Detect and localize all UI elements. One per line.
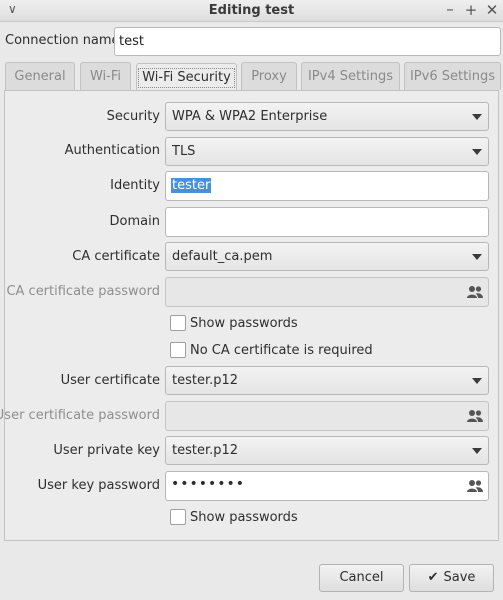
- users-icon[interactable]: [466, 408, 484, 424]
- tab-label: Proxy: [251, 69, 287, 84]
- chevron-down-icon: [472, 448, 482, 454]
- window-title: Editing test: [208, 3, 295, 18]
- tab-general[interactable]: General: [5, 62, 75, 90]
- show-passwords-checkbox[interactable]: [170, 315, 186, 331]
- user-private-key-combo[interactable]: tester.p12: [165, 436, 489, 465]
- chevron-down-icon: [472, 114, 482, 120]
- user-private-key-value: tester.p12: [172, 443, 239, 458]
- show-passwords-checkbox[interactable]: [170, 509, 186, 525]
- tab-label: Wi-Fi Security: [138, 68, 235, 88]
- save-button-label: Save: [443, 570, 476, 585]
- user-certificate-label: User certificate: [60, 373, 160, 388]
- chevron-down-icon: [472, 378, 482, 384]
- user-certificate-combo[interactable]: tester.p12: [165, 366, 489, 395]
- authentication-label: Authentication: [64, 143, 160, 158]
- identity-input[interactable]: tester: [165, 171, 489, 201]
- security-label: Security: [106, 109, 160, 124]
- users-icon[interactable]: [466, 284, 484, 300]
- title-bar: ∨ Editing test – + ✕: [0, 0, 503, 22]
- save-button[interactable]: ✔ Save: [409, 564, 494, 592]
- authentication-value: TLS: [172, 144, 196, 159]
- user-key-password-value: ••••••••: [171, 476, 246, 492]
- ca-certificate-password-input: [165, 277, 489, 307]
- chevron-down-icon: [472, 254, 482, 260]
- identity-label: Identity: [110, 178, 160, 193]
- cancel-button[interactable]: Cancel: [319, 564, 404, 592]
- users-icon[interactable]: [466, 478, 484, 494]
- user-key-password-input[interactable]: ••••••••: [165, 471, 489, 501]
- domain-label: Domain: [109, 214, 160, 229]
- ca-certificate-password-label: CA certificate password: [6, 284, 160, 299]
- chevron-down-icon: [472, 149, 482, 155]
- identity-value: tester: [171, 178, 212, 193]
- maximize-icon[interactable]: +: [463, 1, 479, 19]
- minimize-icon[interactable]: –: [442, 0, 458, 18]
- user-certificate-value: tester.p12: [172, 373, 239, 388]
- checkmark-icon: ✔: [427, 570, 439, 585]
- no-ca-certificate-checkbox[interactable]: [170, 342, 186, 358]
- show-passwords-label: Show passwords: [190, 316, 298, 331]
- ca-certificate-combo[interactable]: default_ca.pem: [165, 242, 489, 271]
- domain-input[interactable]: [165, 207, 489, 237]
- tab-ipv4-settings[interactable]: IPv4 Settings: [301, 62, 400, 90]
- user-private-key-label: User private key: [53, 443, 160, 458]
- security-value: WPA & WPA2 Enterprise: [172, 109, 328, 124]
- tab-wifi[interactable]: Wi-Fi: [80, 62, 131, 90]
- tab-proxy[interactable]: Proxy: [241, 62, 297, 90]
- authentication-combo[interactable]: TLS: [165, 137, 489, 166]
- security-combo[interactable]: WPA & WPA2 Enterprise: [165, 102, 489, 131]
- connection-name-label: Connection name: [5, 33, 120, 48]
- no-ca-certificate-label: No CA certificate is required: [190, 343, 373, 358]
- cancel-button-label: Cancel: [339, 570, 384, 585]
- connection-name-input[interactable]: [114, 27, 501, 56]
- tab-wifi-security[interactable]: Wi-Fi Security: [136, 63, 237, 91]
- user-certificate-password-input: [165, 401, 489, 431]
- tab-label: Wi-Fi: [89, 69, 121, 84]
- close-icon[interactable]: ✕: [484, 1, 500, 19]
- tab-label: General: [14, 69, 66, 84]
- tab-label: IPv4 Settings: [307, 69, 394, 84]
- user-certificate-password-label: User certificate password: [0, 408, 160, 423]
- show-passwords-label: Show passwords: [190, 510, 298, 525]
- user-key-password-label: User key password: [37, 478, 160, 493]
- ca-certificate-label: CA certificate: [72, 249, 160, 264]
- ca-certificate-value: default_ca.pem: [172, 249, 273, 264]
- tab-ipv6-settings[interactable]: IPv6 Settings: [404, 62, 501, 90]
- tab-label: IPv6 Settings: [409, 69, 496, 84]
